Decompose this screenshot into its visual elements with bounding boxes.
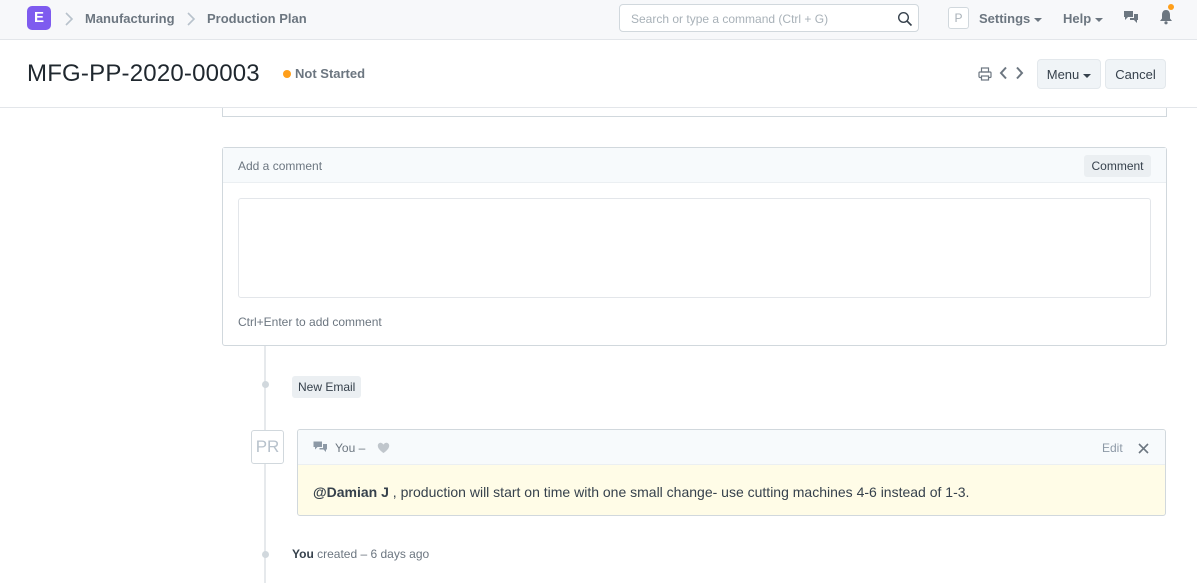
avatar: PR bbox=[251, 430, 284, 464]
activity-text: created – 6 days ago bbox=[313, 547, 430, 561]
comment-content: @Damian J , production will start on tim… bbox=[313, 484, 969, 500]
notification-badge bbox=[1168, 4, 1174, 10]
close-icon[interactable] bbox=[1138, 442, 1149, 454]
navbar: E Manufacturing Production Plan Search o… bbox=[0, 0, 1197, 40]
caret-down-icon bbox=[1034, 17, 1043, 22]
user-avatar[interactable]: P bbox=[948, 7, 969, 29]
page-header: MFG-PP-2020-00003 Not Started Menu Cance… bbox=[0, 40, 1197, 108]
chevron-right-icon[interactable] bbox=[1015, 66, 1024, 80]
form-section-bottom bbox=[222, 108, 1167, 117]
timeline-dot bbox=[262, 381, 269, 388]
chevron-left-icon[interactable] bbox=[999, 66, 1008, 80]
page-title: MFG-PP-2020-00003 bbox=[27, 60, 260, 87]
chevron-right-icon bbox=[64, 11, 74, 27]
status-badge: Not Started bbox=[295, 66, 366, 81]
comment-box-title: Add a comment bbox=[238, 159, 323, 173]
menu-button[interactable]: Menu bbox=[1037, 59, 1101, 89]
comment-box: Add a comment Comment Ctrl+Enter to add … bbox=[222, 147, 1167, 346]
comment-text: , production will start on time with one… bbox=[388, 484, 970, 500]
user-mention[interactable]: @Damian J bbox=[313, 484, 389, 500]
activity-item: You created – 6 days ago bbox=[292, 547, 429, 561]
timeline-dot bbox=[262, 551, 269, 558]
chat-icon[interactable] bbox=[1123, 10, 1139, 25]
caret-down-icon bbox=[1083, 73, 1092, 78]
search-input[interactable]: Search or type a command (Ctrl + G) bbox=[619, 4, 919, 32]
bell-icon[interactable] bbox=[1159, 9, 1173, 25]
comment-hint: Ctrl+Enter to add comment bbox=[238, 315, 382, 329]
heart-icon[interactable] bbox=[377, 442, 390, 454]
settings-label: Settings bbox=[979, 11, 1031, 26]
help-label: Help bbox=[1063, 11, 1092, 26]
comment-author: You – bbox=[335, 441, 366, 455]
activity-actor: You bbox=[292, 547, 314, 561]
timeline-comment-card: You – Edit @Damian J , production will s… bbox=[297, 429, 1166, 516]
comment-button[interactable]: Comment bbox=[1084, 155, 1151, 177]
new-email-button[interactable]: New Email bbox=[292, 376, 362, 398]
menu-button-label: Menu bbox=[1046, 67, 1080, 82]
comment-card-header: You – Edit bbox=[298, 430, 1165, 465]
search-placeholder: Search or type a command (Ctrl + G) bbox=[631, 12, 829, 26]
help-dropdown[interactable]: Help bbox=[1063, 11, 1104, 26]
chevron-right-icon bbox=[186, 11, 196, 27]
caret-down-icon bbox=[1095, 17, 1104, 22]
app-logo[interactable]: E bbox=[27, 6, 51, 30]
comment-box-header: Add a comment Comment bbox=[223, 148, 1166, 183]
comment-icon bbox=[313, 441, 328, 454]
edit-comment-link[interactable]: Edit bbox=[1102, 441, 1123, 455]
breadcrumb-manufacturing[interactable]: Manufacturing bbox=[85, 11, 175, 26]
print-icon[interactable] bbox=[978, 67, 992, 81]
status-indicator-icon bbox=[283, 70, 291, 78]
settings-dropdown[interactable]: Settings bbox=[979, 11, 1043, 26]
breadcrumb-production-plan[interactable]: Production Plan bbox=[207, 11, 307, 26]
comment-input[interactable] bbox=[238, 198, 1151, 298]
search-icon[interactable] bbox=[897, 11, 913, 27]
cancel-button[interactable]: Cancel bbox=[1105, 59, 1166, 89]
